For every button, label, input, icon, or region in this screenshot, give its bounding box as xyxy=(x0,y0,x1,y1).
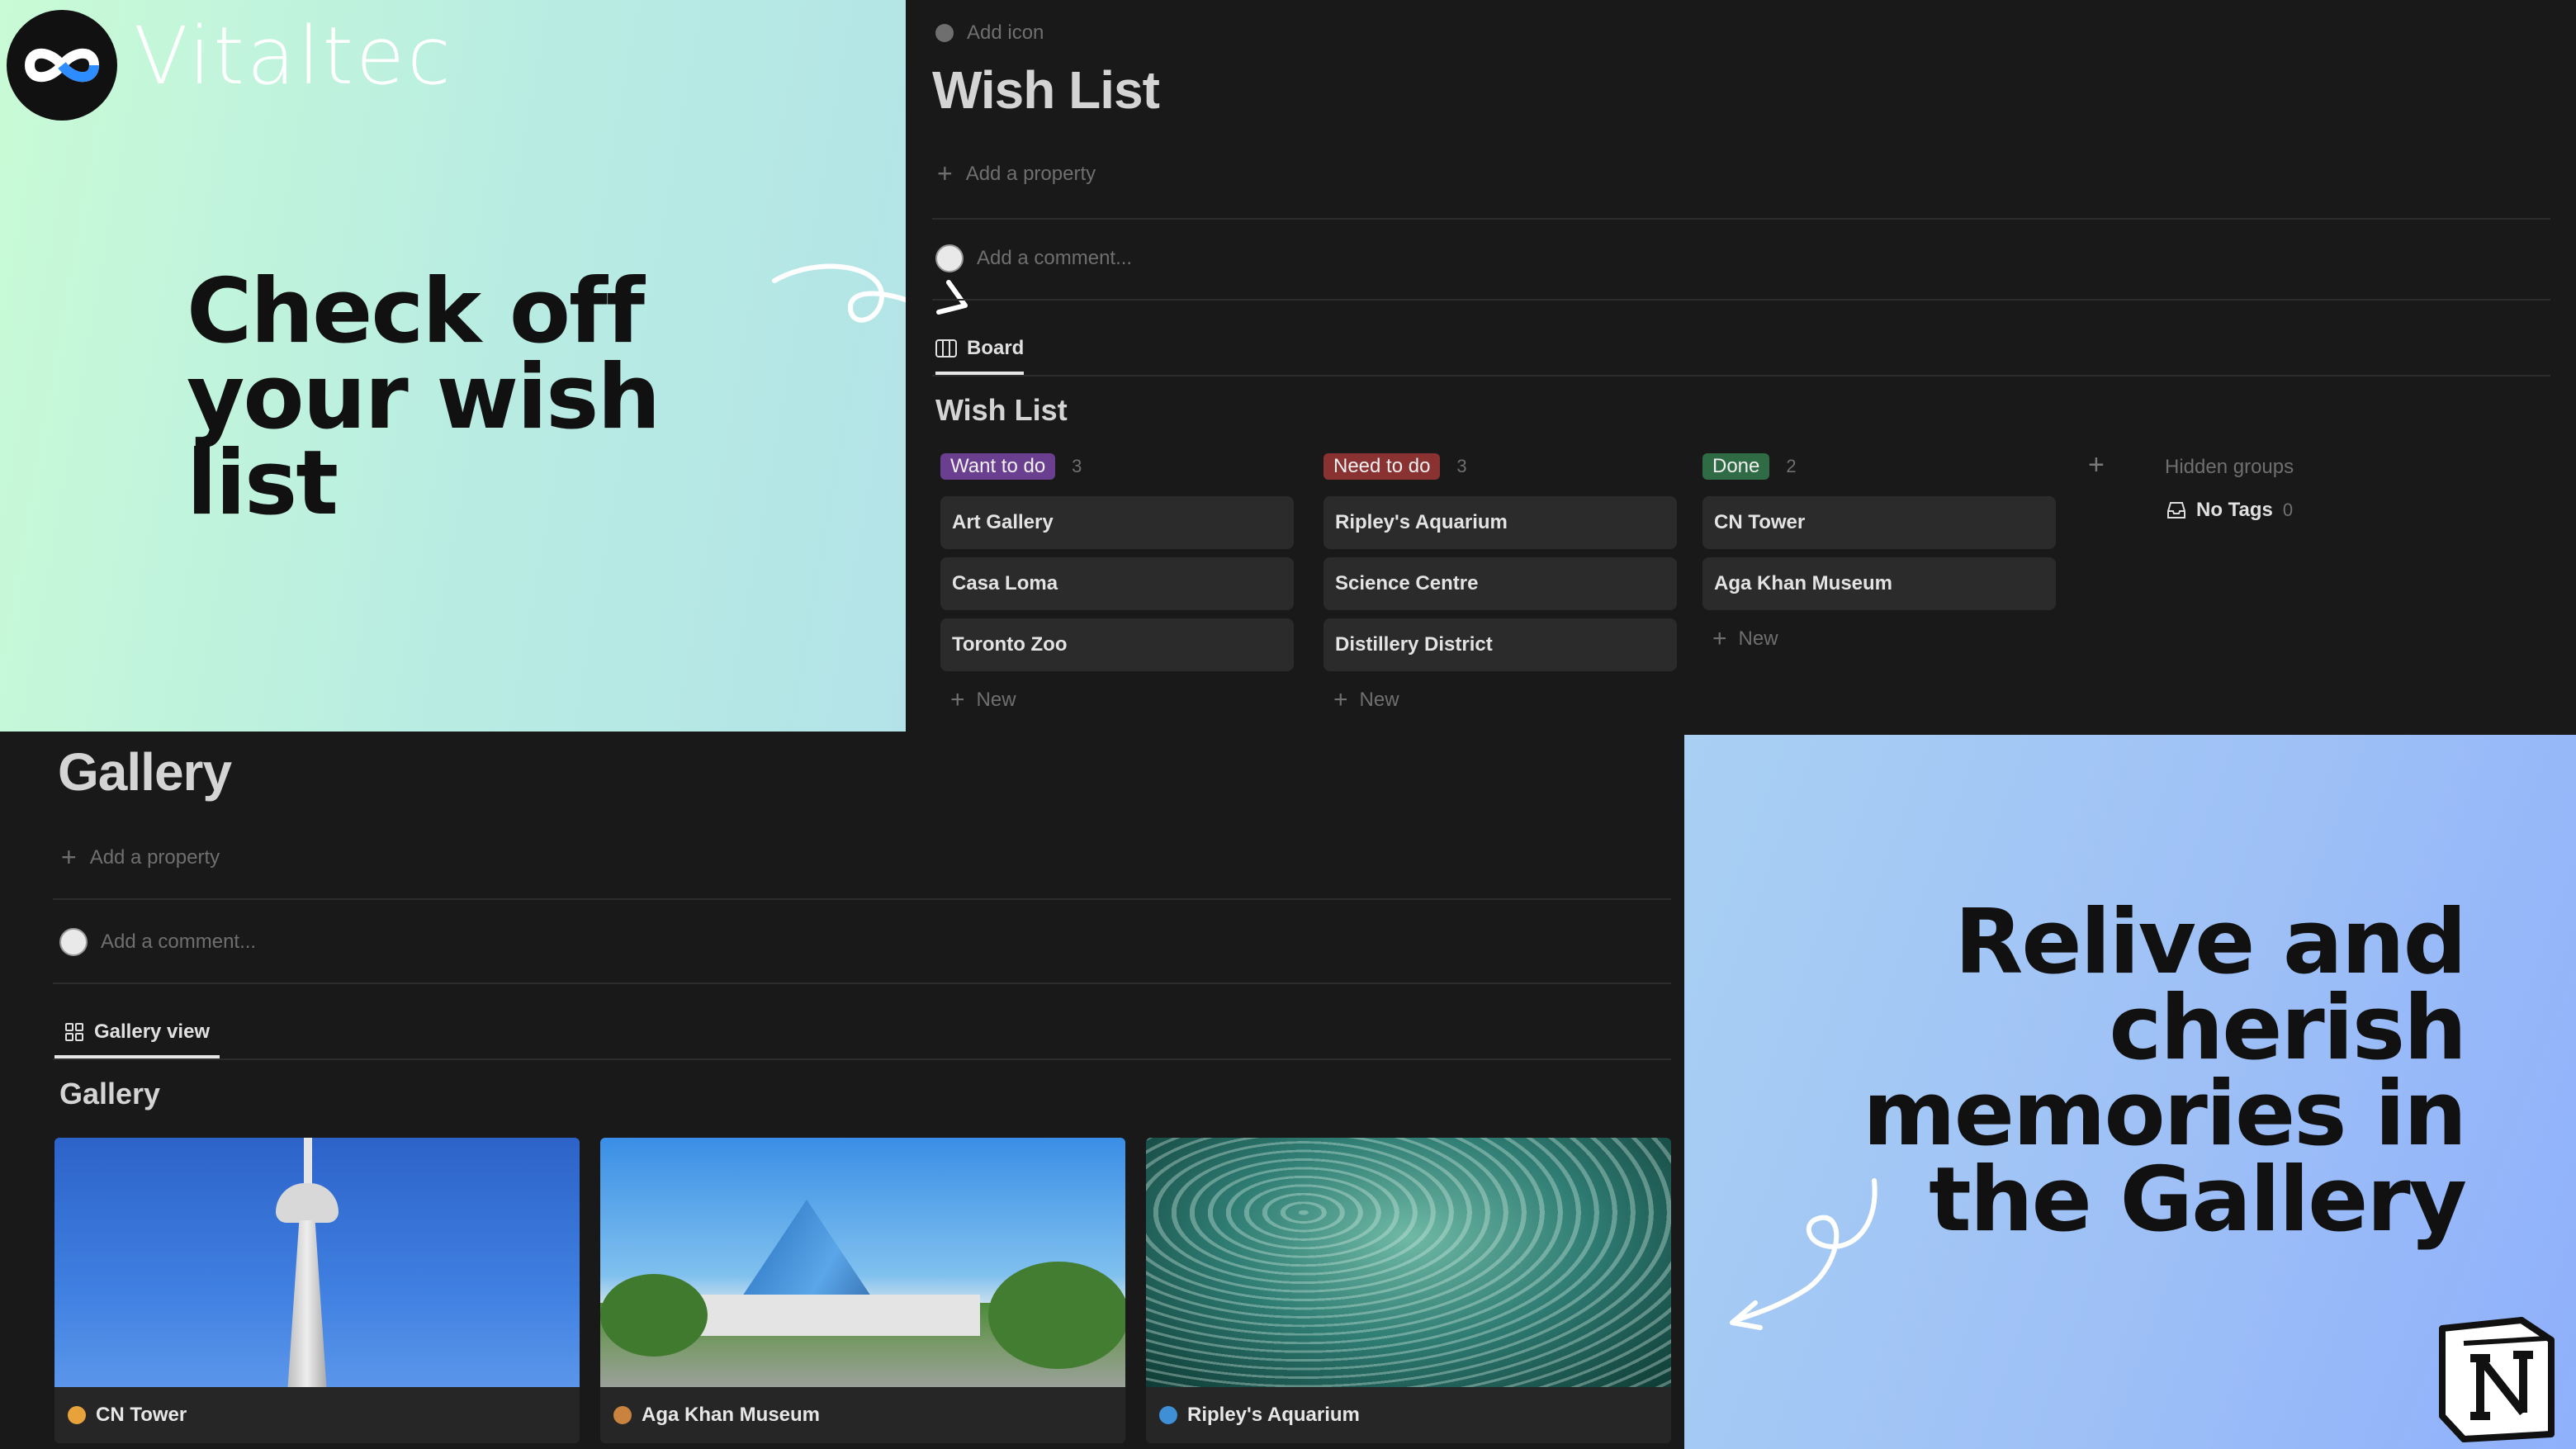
add-group-button[interactable]: + xyxy=(2088,449,2105,481)
inbox-icon xyxy=(2167,502,2185,519)
new-card-button[interactable]: + New xyxy=(1702,618,2056,660)
board-card[interactable]: Science Centre xyxy=(1324,557,1677,610)
divider xyxy=(53,983,1671,984)
divider xyxy=(53,1058,1671,1060)
gallery-card[interactable]: Aga Khan Museum xyxy=(600,1138,1125,1443)
brand-name: Vitaltec xyxy=(134,10,453,102)
divider xyxy=(932,375,2550,376)
view-title: Wish List xyxy=(935,393,1068,427)
vitaltec-logo-icon xyxy=(7,10,117,121)
smiley-icon xyxy=(935,24,954,42)
view-title: Gallery xyxy=(59,1077,161,1110)
board-icon xyxy=(935,339,957,358)
board-column-want-to-do: Want to do 3 Art Gallery Casa Loma Toron… xyxy=(940,450,1294,721)
plus-icon: + xyxy=(61,842,77,872)
group-count: 2 xyxy=(1786,456,1797,476)
board-card[interactable]: Distillery District xyxy=(1324,618,1677,671)
add-property-button[interactable]: + Add a property xyxy=(937,159,1096,189)
new-card-button[interactable]: + New xyxy=(940,680,1294,721)
gallery-card-title: Aga Khan Museum xyxy=(642,1404,821,1426)
plus-icon: + xyxy=(1712,625,1727,652)
plus-icon: + xyxy=(1333,686,1348,713)
avatar xyxy=(935,244,964,272)
group-count: 3 xyxy=(1072,456,1082,476)
group-tag[interactable]: Need to do xyxy=(1324,453,1441,480)
add-icon-button[interactable]: Add icon xyxy=(935,21,1044,45)
aga-khan-museum-image xyxy=(600,1138,1125,1387)
palette-emoji-icon xyxy=(613,1406,632,1424)
gallery-card-title: Ripley's Aquarium xyxy=(1187,1404,1360,1426)
board-card[interactable]: Aga Khan Museum xyxy=(1702,557,2056,610)
avatar xyxy=(59,928,88,956)
group-tag[interactable]: Done xyxy=(1702,453,1770,480)
promo-panel-bottom: Relive and cherish memories in the Galle… xyxy=(1684,735,2576,1449)
group-count: 3 xyxy=(1456,456,1467,476)
page-title: Gallery xyxy=(58,742,232,802)
add-property-button[interactable]: + Add a property xyxy=(61,842,220,873)
curly-arrow-icon xyxy=(772,263,906,323)
hidden-groups-label: Hidden groups xyxy=(2165,456,2294,478)
page-title: Wish List xyxy=(932,60,1160,120)
curly-arrow-icon xyxy=(1730,1178,1878,1330)
divider xyxy=(932,299,2550,301)
comment-input[interactable]: Add a comment... xyxy=(935,244,1132,272)
promo-headline-top: Check off your wish list xyxy=(187,260,661,535)
board-card[interactable]: Art Gallery xyxy=(940,496,1294,549)
divider xyxy=(932,218,2550,220)
tower-emoji-icon xyxy=(68,1406,86,1424)
fish-emoji-icon xyxy=(1159,1406,1177,1424)
gallery-card-title: CN Tower xyxy=(96,1404,187,1426)
promo-panel-top: Vitaltec Check off your wish list xyxy=(0,0,906,732)
wish-list-page: Add icon Wish List + Add a property Add … xyxy=(906,0,2576,732)
cn-tower-image xyxy=(54,1138,580,1387)
new-card-button[interactable]: + New xyxy=(1324,680,1677,721)
board-card[interactable]: Casa Loma xyxy=(940,557,1294,610)
gallery-card[interactable]: CN Tower xyxy=(54,1138,580,1443)
ripleys-aquarium-image xyxy=(1146,1138,1671,1387)
board-card[interactable]: CN Tower xyxy=(1702,496,2056,549)
notion-logo-icon xyxy=(2439,1317,2555,1442)
divider xyxy=(53,898,1671,900)
plus-icon: + xyxy=(937,159,953,188)
comment-input[interactable]: Add a comment... xyxy=(59,928,256,956)
gallery-card[interactable]: Ripley's Aquarium xyxy=(1146,1138,1671,1443)
hidden-group-no-tags[interactable]: No Tags 0 xyxy=(2166,499,2293,522)
plus-icon: + xyxy=(950,686,965,713)
tab-gallery-view[interactable]: Gallery view xyxy=(54,1020,220,1058)
board-column-done: Done 2 CN Tower Aga Khan Museum + New xyxy=(1702,450,2056,660)
board-card[interactable]: Ripley's Aquarium xyxy=(1324,496,1677,549)
gallery-grid-icon xyxy=(65,1023,83,1041)
tab-board[interactable]: Board xyxy=(935,337,1025,375)
board-column-need-to-do: Need to do 3 Ripley's Aquarium Science C… xyxy=(1324,450,1677,721)
group-tag[interactable]: Want to do xyxy=(940,453,1056,480)
board-card[interactable]: Toronto Zoo xyxy=(940,618,1294,671)
